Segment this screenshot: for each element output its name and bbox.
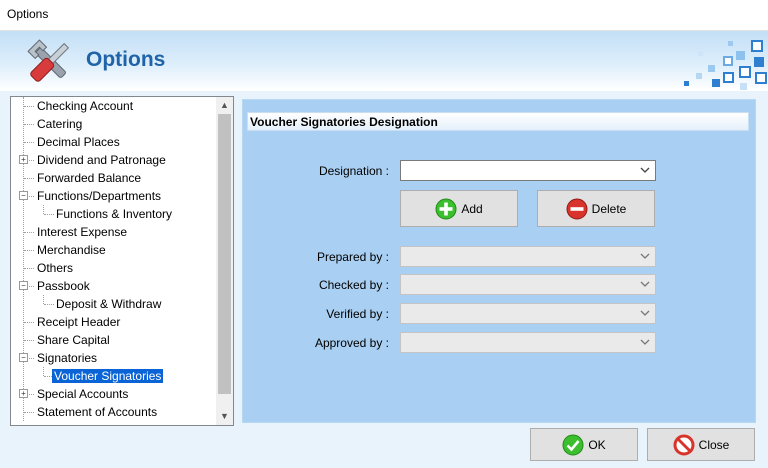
tree-item-label: Functions/Departments: [37, 189, 162, 203]
tree-line: [43, 367, 44, 376]
tree-scrollbar[interactable]: ▲ ▼: [216, 97, 233, 425]
tree-item-label: Decimal Places: [37, 135, 120, 149]
tree-item[interactable]: Passbook: [35, 277, 92, 295]
approved-by-dropdown[interactable]: [400, 332, 656, 353]
minus-icon: [566, 198, 588, 219]
delete-button[interactable]: Delete: [537, 190, 655, 227]
tree-item[interactable]: Others: [35, 259, 75, 277]
delete-label: Delete: [591, 201, 627, 216]
title-bar: Options: [0, 0, 768, 31]
close-button[interactable]: Close: [647, 428, 755, 461]
tree-item-label: Voucher Signatories: [52, 369, 164, 383]
tree-line: [24, 142, 34, 143]
tree-item[interactable]: Forwarded Balance: [35, 169, 143, 187]
tree-item-label: Interest Expense: [37, 225, 128, 239]
header-banner: Options: [0, 31, 768, 91]
tree-item[interactable]: Catering: [35, 115, 84, 133]
tree-item-label: Passbook: [37, 279, 90, 293]
tree-item[interactable]: Share Capital: [35, 331, 112, 349]
tree-item-label: Share Capital: [37, 333, 110, 347]
scroll-up-arrow-icon[interactable]: ▲: [216, 97, 233, 114]
tree-item[interactable]: Statement of Accounts: [35, 403, 159, 421]
tree-item[interactable]: Functions & Inventory: [54, 205, 174, 223]
tree-item-label: Merchandise: [37, 243, 106, 257]
tree-item-label: Deposit & Withdraw: [56, 297, 162, 311]
tree-item-label: Dividend and Patronage: [37, 153, 166, 167]
chevron-down-icon: [640, 167, 650, 173]
prepared-by-label: Prepared by :: [316, 250, 389, 264]
close-label: Close: [698, 437, 730, 452]
tree-item[interactable]: Dividend and Patronage: [35, 151, 168, 169]
tree-item-label: Statement of Accounts: [37, 405, 158, 419]
tree-line: [44, 214, 54, 215]
chevron-down-icon: [640, 339, 650, 345]
verified-by-dropdown[interactable]: [400, 303, 656, 324]
collapse-icon[interactable]: −: [19, 353, 28, 362]
tree-item-selected[interactable]: Voucher Signatories: [52, 367, 164, 385]
tree-item[interactable]: Special Accounts: [35, 385, 130, 403]
scroll-down-arrow-icon[interactable]: ▼: [216, 408, 233, 425]
tree-item[interactable]: Interest Expense: [35, 223, 129, 241]
prepared-by-dropdown[interactable]: [400, 246, 656, 267]
expand-icon[interactable]: +: [19, 155, 28, 164]
tree-item[interactable]: Signatories: [35, 349, 99, 367]
tree-line: [44, 304, 54, 305]
chevron-down-icon: [640, 253, 650, 259]
tree-line: [23, 97, 24, 421]
tree-item[interactable]: Receipt Header: [35, 313, 122, 331]
tree-item[interactable]: Decimal Places: [35, 133, 122, 151]
collapse-icon[interactable]: −: [19, 281, 28, 290]
expand-icon[interactable]: +: [19, 389, 28, 398]
approved-by-label: Approved by :: [314, 336, 389, 350]
tree-line: [24, 178, 34, 179]
tree-item-label: Special Accounts: [37, 387, 129, 401]
tree-line: [24, 268, 34, 269]
checkmark-icon: [562, 434, 584, 455]
tree-line: [43, 205, 44, 214]
tree-item[interactable]: Deposit & Withdraw: [54, 295, 163, 313]
tree-line: [24, 250, 34, 251]
tree-line: [24, 322, 34, 323]
tree-line: [24, 412, 34, 413]
no-entry-icon: [673, 434, 695, 455]
tree-item-label: Receipt Header: [37, 315, 121, 329]
decorative-squares: [684, 40, 767, 90]
collapse-icon[interactable]: −: [19, 191, 28, 200]
tree-item-label: Checking Account: [37, 99, 134, 113]
add-button[interactable]: Add: [400, 190, 518, 227]
window-title: Options: [7, 7, 49, 21]
verified-by-label: Verified by :: [326, 307, 389, 321]
tree-item-label: Signatories: [37, 351, 98, 365]
tree-line: [24, 124, 34, 125]
designation-dropdown[interactable]: [400, 160, 656, 181]
header-title: Options: [86, 48, 166, 71]
tree-item-label: Others: [37, 261, 74, 275]
tree-line: [24, 106, 34, 107]
tree-item-label: Functions & Inventory: [56, 207, 173, 221]
ok-label: OK: [588, 437, 606, 452]
tree-line: [43, 295, 44, 304]
tree-line: [24, 340, 34, 341]
add-label: Add: [461, 201, 483, 216]
tree-item-label: Catering: [37, 117, 83, 131]
tree-item-label: Forwarded Balance: [37, 171, 142, 185]
checked-by-dropdown[interactable]: [400, 274, 656, 295]
tree-line: [24, 232, 34, 233]
panel-title: Voucher Signatories Designation: [247, 112, 749, 131]
scrollbar-thumb[interactable]: [218, 114, 231, 394]
checked-by-label: Checked by :: [318, 278, 389, 292]
signatories-panel: Voucher Signatories Designation Designat…: [242, 99, 756, 423]
ok-button[interactable]: OK: [530, 428, 638, 461]
tools-icon: [27, 39, 70, 82]
tree-item[interactable]: Functions/Departments: [35, 187, 163, 205]
options-tree[interactable]: + − − − + Checking Account Catering Deci…: [10, 96, 234, 426]
chevron-down-icon: [640, 310, 650, 316]
tree-item[interactable]: Merchandise: [35, 241, 108, 259]
designation-label: Designation :: [318, 164, 389, 178]
plus-icon: [435, 198, 457, 219]
tree-item[interactable]: Checking Account: [35, 97, 135, 115]
chevron-down-icon: [640, 281, 650, 287]
